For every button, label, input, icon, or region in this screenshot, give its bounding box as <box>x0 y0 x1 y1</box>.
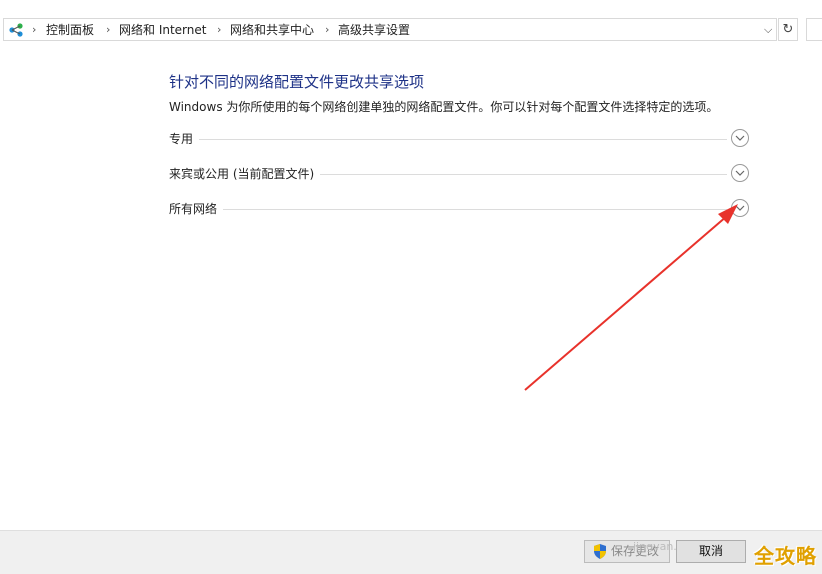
site-logo: 全攻略 <box>754 544 817 568</box>
section-divider <box>169 209 727 210</box>
section-guest-public[interactable]: 来宾或公用 (当前配置文件) <box>169 164 751 186</box>
breadcrumb-advanced-sharing[interactable]: 高级共享设置 <box>338 22 410 38</box>
section-divider <box>169 139 727 140</box>
breadcrumb-control-panel[interactable]: 控制面板 <box>46 22 94 38</box>
breadcrumb-network-sharing-center[interactable]: 网络和共享中心 <box>230 22 314 38</box>
section-all-networks[interactable]: 所有网络 <box>169 199 751 221</box>
page-description: Windows 为你所使用的每个网络创建单独的网络配置文件。你可以针对每个配置文… <box>169 100 719 114</box>
page-title: 针对不同的网络配置文件更改共享选项 <box>169 73 425 91</box>
breadcrumb-separator-icon: › <box>32 23 37 36</box>
section-label: 所有网络 <box>169 201 224 217</box>
breadcrumb-separator-icon: › <box>106 23 111 36</box>
breadcrumb-separator-icon: › <box>325 23 330 36</box>
chevron-down-icon[interactable] <box>731 164 749 182</box>
breadcrumb-separator-icon: › <box>217 23 222 36</box>
section-label: 来宾或公用 (当前配置文件) <box>169 166 321 182</box>
refresh-icon[interactable]: ↻ <box>778 18 798 41</box>
cancel-button[interactable]: 取消 <box>676 540 746 563</box>
address-bar[interactable]: › 控制面板 › 网络和 Internet › 网络和共享中心 › 高级共享设置… <box>3 18 777 41</box>
section-label: 专用 <box>169 131 200 147</box>
uac-shield-icon <box>594 544 606 559</box>
chevron-down-icon[interactable]: ⌵ <box>764 22 772 38</box>
chevron-down-icon[interactable] <box>731 129 749 147</box>
chevron-down-icon[interactable] <box>731 199 749 217</box>
search-box[interactable] <box>806 18 822 41</box>
section-private[interactable]: 专用 <box>169 129 751 151</box>
breadcrumb-network-internet[interactable]: 网络和 Internet <box>119 22 206 38</box>
network-icon <box>9 23 23 37</box>
